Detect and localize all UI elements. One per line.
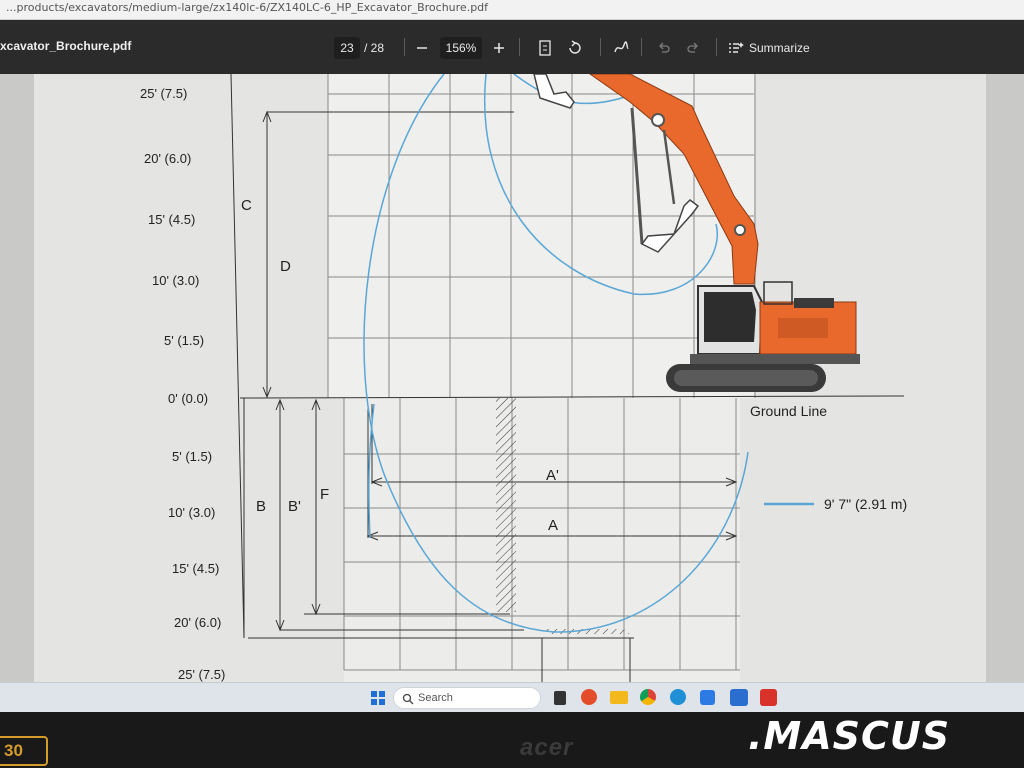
zoom-in-button[interactable] <box>488 37 510 59</box>
page-total: / 28 <box>364 41 385 55</box>
legend-label: 9' 7" (2.91 m) <box>824 496 907 512</box>
widgets-icon[interactable] <box>581 689 597 705</box>
url-text[interactable]: ...products/excavators/medium-large/zx14… <box>6 1 488 14</box>
sticker-badge: 30 <box>0 736 48 766</box>
working-range-diagram: 25' (7.5) 20' (6.0) 15' (4.5) 10' (3.0) … <box>140 74 907 682</box>
height-label: 25' (7.5) <box>178 667 225 682</box>
windows-taskbar: Search <box>0 682 1024 712</box>
file-explorer-icon[interactable] <box>610 691 628 704</box>
edge-icon[interactable] <box>670 689 686 705</box>
height-label: 0' (0.0) <box>168 391 208 406</box>
height-label: 25' (7.5) <box>140 86 187 101</box>
dimension-b-prime-label: B' <box>288 498 301 515</box>
file-name: xcavator_Brochure.pdf <box>0 39 132 53</box>
dimension-f-label: F <box>320 486 329 503</box>
height-label: 15' (4.5) <box>172 561 219 576</box>
summarize-label: Summarize <box>749 41 810 55</box>
windows-start-icon[interactable] <box>371 691 385 705</box>
legend: 9' 7" (2.91 m) <box>764 496 907 512</box>
page-number-input[interactable]: 23 <box>334 37 360 59</box>
redo-icon <box>687 42 698 53</box>
watermark-logo: .MASCUS <box>748 714 951 758</box>
zoom-level-input[interactable]: 156% <box>440 37 482 59</box>
toolbar-divider <box>600 38 601 56</box>
search-placeholder: Search <box>418 692 453 704</box>
pdf-page: 25' (7.5) 20' (6.0) 15' (4.5) 10' (3.0) … <box>34 74 986 682</box>
dimension-a-label: A <box>548 517 558 534</box>
laptop-bezel: 30 acer .MASCUS <box>0 712 1024 768</box>
trench-wall-hatch <box>496 398 516 612</box>
toolbar-divider <box>404 38 405 56</box>
height-label: 15' (4.5) <box>148 212 195 227</box>
toolbar-divider <box>716 38 717 56</box>
dimension-c-label: C <box>241 197 252 214</box>
toolbar-divider <box>519 38 520 56</box>
dimension-d-label: D <box>280 258 291 275</box>
rotate-button[interactable] <box>564 37 586 59</box>
dimension-a-prime-label: A' <box>546 467 559 484</box>
redo-button[interactable] <box>682 37 704 59</box>
height-label: 10' (3.0) <box>152 273 199 288</box>
plus-icon <box>494 43 504 53</box>
dimension-b-label: B <box>256 498 266 515</box>
minus-icon <box>417 47 427 49</box>
summarize-icon <box>729 42 744 53</box>
rotate-icon <box>569 40 581 54</box>
app-icon[interactable] <box>760 689 777 706</box>
undo-button[interactable] <box>653 37 675 59</box>
height-label: 10' (3.0) <box>168 505 215 520</box>
task-view-icon[interactable] <box>554 691 566 705</box>
fit-page-button[interactable] <box>534 37 556 59</box>
draw-icon <box>614 41 629 53</box>
height-label: 5' (1.5) <box>172 449 212 464</box>
app-icon[interactable] <box>730 689 748 706</box>
screen: ...products/excavators/medium-large/zx14… <box>0 0 1024 712</box>
height-label: 5' (1.5) <box>164 333 204 348</box>
height-axis-labels: 25' (7.5) 20' (6.0) 15' (4.5) 10' (3.0) … <box>140 86 225 682</box>
laptop-brand-logo: acer <box>520 734 574 761</box>
fit-page-icon <box>539 40 551 56</box>
taskbar-search-box[interactable]: Search <box>393 687 541 709</box>
draw-button[interactable] <box>610 37 632 59</box>
pdf-viewer[interactable]: 25' (7.5) 20' (6.0) 15' (4.5) 10' (3.0) … <box>0 74 1024 682</box>
height-label: 20' (6.0) <box>144 151 191 166</box>
undo-icon <box>659 42 670 53</box>
pdf-toolbar: xcavator_Brochure.pdf 23 / 28 156% Summa… <box>0 20 1024 74</box>
toolbar-divider <box>641 38 642 56</box>
summarize-button[interactable]: Summarize <box>728 37 810 59</box>
browser-url-bar[interactable]: ...products/excavators/medium-large/zx14… <box>0 0 1024 20</box>
store-icon[interactable] <box>700 690 715 705</box>
chrome-icon[interactable] <box>640 689 656 705</box>
zoom-out-button[interactable] <box>411 37 433 59</box>
search-icon <box>402 693 414 705</box>
height-label: 20' (6.0) <box>174 615 221 630</box>
ground-line-label: Ground Line <box>750 403 827 419</box>
